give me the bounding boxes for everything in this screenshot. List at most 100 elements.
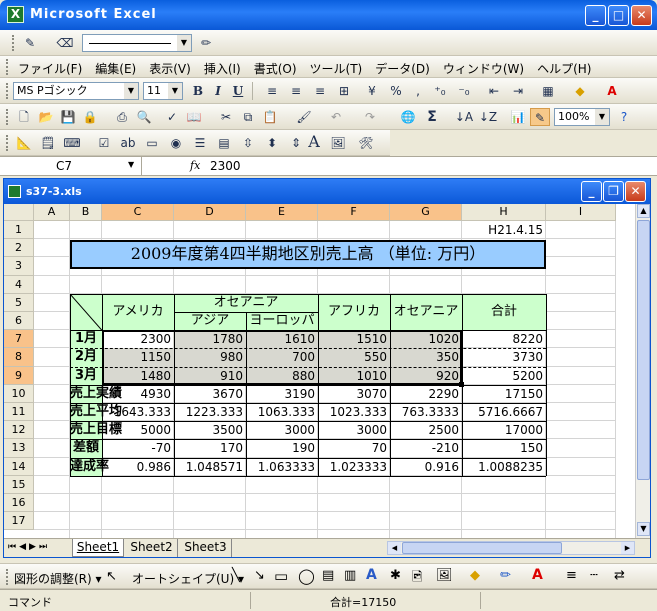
percent-button[interactable]: % (386, 82, 406, 100)
shape-fill-icon[interactable]: ◆ (470, 568, 480, 583)
borders-icon[interactable]: ▦ (538, 82, 558, 100)
eraser-icon[interactable]: ⌫ (55, 34, 75, 52)
row-header-17[interactable]: 17 (4, 512, 34, 531)
menu-item-7[interactable]: ウィンドウ(W) (443, 62, 524, 76)
data-cell[interactable]: 0.986 (102, 458, 174, 476)
line-color-icon[interactable]: ✏ (196, 34, 216, 52)
column-header-b[interactable]: B (70, 204, 102, 221)
line-style-icon[interactable]: ≡ (566, 568, 577, 583)
decrease-indent-icon[interactable]: ⇤ (484, 82, 504, 100)
fill-handle[interactable] (459, 381, 464, 387)
vertical-scrollbar[interactable]: ▲ ▼ (635, 204, 650, 538)
data-cell[interactable]: 3670 (174, 385, 246, 403)
decrease-decimal-icon[interactable]: ⁻₀ (454, 82, 474, 100)
arrow-tool-icon[interactable]: ↘ (254, 568, 265, 583)
align-center-icon[interactable]: ≡ (286, 82, 306, 100)
row-header-3[interactable]: 3 (4, 257, 34, 276)
font-size-select[interactable]: 11 ▼ (143, 82, 183, 100)
name-box[interactable]: C7 ▼ (0, 157, 142, 175)
workbook-restore-button[interactable]: ❐ (603, 181, 624, 202)
row-header-12[interactable]: 12 (4, 421, 34, 440)
row-header-14[interactable]: 14 (4, 457, 34, 476)
data-cell[interactable]: 170 (174, 439, 246, 457)
data-cell[interactable]: 5716.6667 (462, 403, 546, 421)
data-cell[interactable]: 2290 (390, 385, 462, 403)
align-right-icon[interactable]: ≡ (310, 82, 330, 100)
horizontal-scrollbar[interactable]: ◀ ▶ (387, 541, 635, 555)
increase-decimal-icon[interactable]: ⁺₀ (430, 82, 450, 100)
tab-sheet2[interactable]: Sheet2 (126, 539, 178, 557)
toggle-control-icon[interactable]: ⇳ (238, 134, 258, 152)
print-icon[interactable]: ⎙ (112, 108, 132, 126)
underline-button[interactable]: U (228, 82, 248, 100)
row-header-5[interactable]: 5 (4, 293, 34, 312)
menu-item-5[interactable]: ツール(T) (310, 62, 363, 76)
minimize-button[interactable]: _ (585, 5, 606, 26)
close-button[interactable]: ✕ (631, 5, 652, 26)
row-header-6[interactable]: 6 (4, 312, 34, 331)
data-cell[interactable]: 17150 (462, 385, 546, 403)
row-header-7[interactable]: 7 (4, 330, 34, 349)
data-cell[interactable]: 1643.333 (102, 403, 174, 421)
column-header-e[interactable]: E (246, 204, 318, 221)
zoom-select[interactable]: 100% ▼ (554, 108, 610, 126)
data-cell[interactable]: 4930 (102, 385, 174, 403)
arrow-style-icon[interactable]: ⇄ (614, 568, 625, 583)
row-header-10[interactable]: 10 (4, 384, 34, 403)
toolbar-grip[interactable] (12, 35, 16, 51)
data-cell[interactable]: 5200 (462, 367, 546, 385)
redo-icon[interactable]: ↷ (360, 108, 380, 126)
horizontal-scroll-thumb[interactable] (402, 542, 562, 554)
row-header-13[interactable]: 13 (4, 439, 34, 458)
scroll-down-icon[interactable]: ▼ (637, 522, 650, 536)
line-color-tool-icon[interactable]: ✏ (500, 568, 511, 583)
workbook-close-button[interactable]: ✕ (625, 181, 646, 202)
textbox-tool-icon[interactable]: ▤ (322, 568, 334, 583)
column-header-d[interactable]: D (174, 204, 246, 221)
data-cell[interactable]: 17000 (462, 421, 546, 439)
increase-indent-icon[interactable]: ⇥ (508, 82, 528, 100)
column-header-i[interactable]: I (546, 204, 616, 221)
copy-icon[interactable]: ⧉ (238, 108, 258, 126)
listbox-control-icon[interactable]: ☰ (190, 134, 210, 152)
column-header-g[interactable]: G (390, 204, 462, 221)
row-header-8[interactable]: 8 (4, 348, 34, 367)
help-icon[interactable]: ? (614, 108, 634, 126)
data-cell[interactable]: 3500 (174, 421, 246, 439)
data-cell[interactable]: 1.023333 (318, 458, 390, 476)
hyperlink-icon[interactable]: 🌐 (398, 108, 418, 126)
autosum-button[interactable]: Σ (422, 108, 442, 126)
new-file-icon[interactable]: 🗋 (14, 108, 34, 126)
image-control-icon[interactable]: 🖼 (328, 134, 348, 152)
vertical-textbox-icon[interactable]: ▥ (344, 568, 356, 583)
menu-item-0[interactable]: ファイル(F) (18, 62, 82, 76)
menu-item-2[interactable]: 表示(V) (149, 62, 191, 76)
data-cell[interactable]: 5000 (102, 421, 174, 439)
data-cell[interactable]: 1023.333 (318, 403, 390, 421)
data-cell[interactable]: 3000 (318, 421, 390, 439)
data-cell[interactable]: 2500 (390, 421, 462, 439)
data-cell[interactable]: 150 (462, 439, 546, 457)
data-cell[interactable]: 0.916 (390, 458, 462, 476)
scroll-left-icon[interactable]: ◀ (388, 542, 401, 554)
data-cell[interactable]: 1.0088235 (462, 458, 546, 476)
column-header-c[interactable]: C (102, 204, 174, 221)
data-cell[interactable]: 1063.333 (246, 403, 318, 421)
data-cell[interactable]: 3070 (318, 385, 390, 403)
spelling-icon[interactable]: ✓ (162, 108, 182, 126)
design-mode-icon[interactable]: 📐 (14, 134, 34, 152)
menu-item-6[interactable]: データ(D) (375, 62, 430, 76)
print-preview-icon[interactable]: 🔍 (134, 108, 154, 126)
draw-menu-button[interactable]: 図形の調整(R) ▾ (14, 570, 102, 587)
border-draw-icon[interactable]: ✎ (20, 34, 40, 52)
properties-icon[interactable]: 🗒 (38, 134, 58, 152)
textbox-control-icon[interactable]: ab (118, 134, 138, 152)
scroll-right-icon[interactable]: ▶ (621, 542, 634, 554)
row-header-1[interactable]: 1 (4, 221, 34, 240)
sort-descending-icon[interactable]: ↓Z (478, 108, 498, 126)
maximize-button[interactable]: □ (608, 5, 629, 26)
currency-icon[interactable]: ¥ (362, 82, 382, 100)
cut-icon[interactable]: ✂ (216, 108, 236, 126)
bold-button[interactable]: B (188, 82, 208, 100)
merge-center-icon[interactable]: ⊞ (334, 82, 354, 100)
